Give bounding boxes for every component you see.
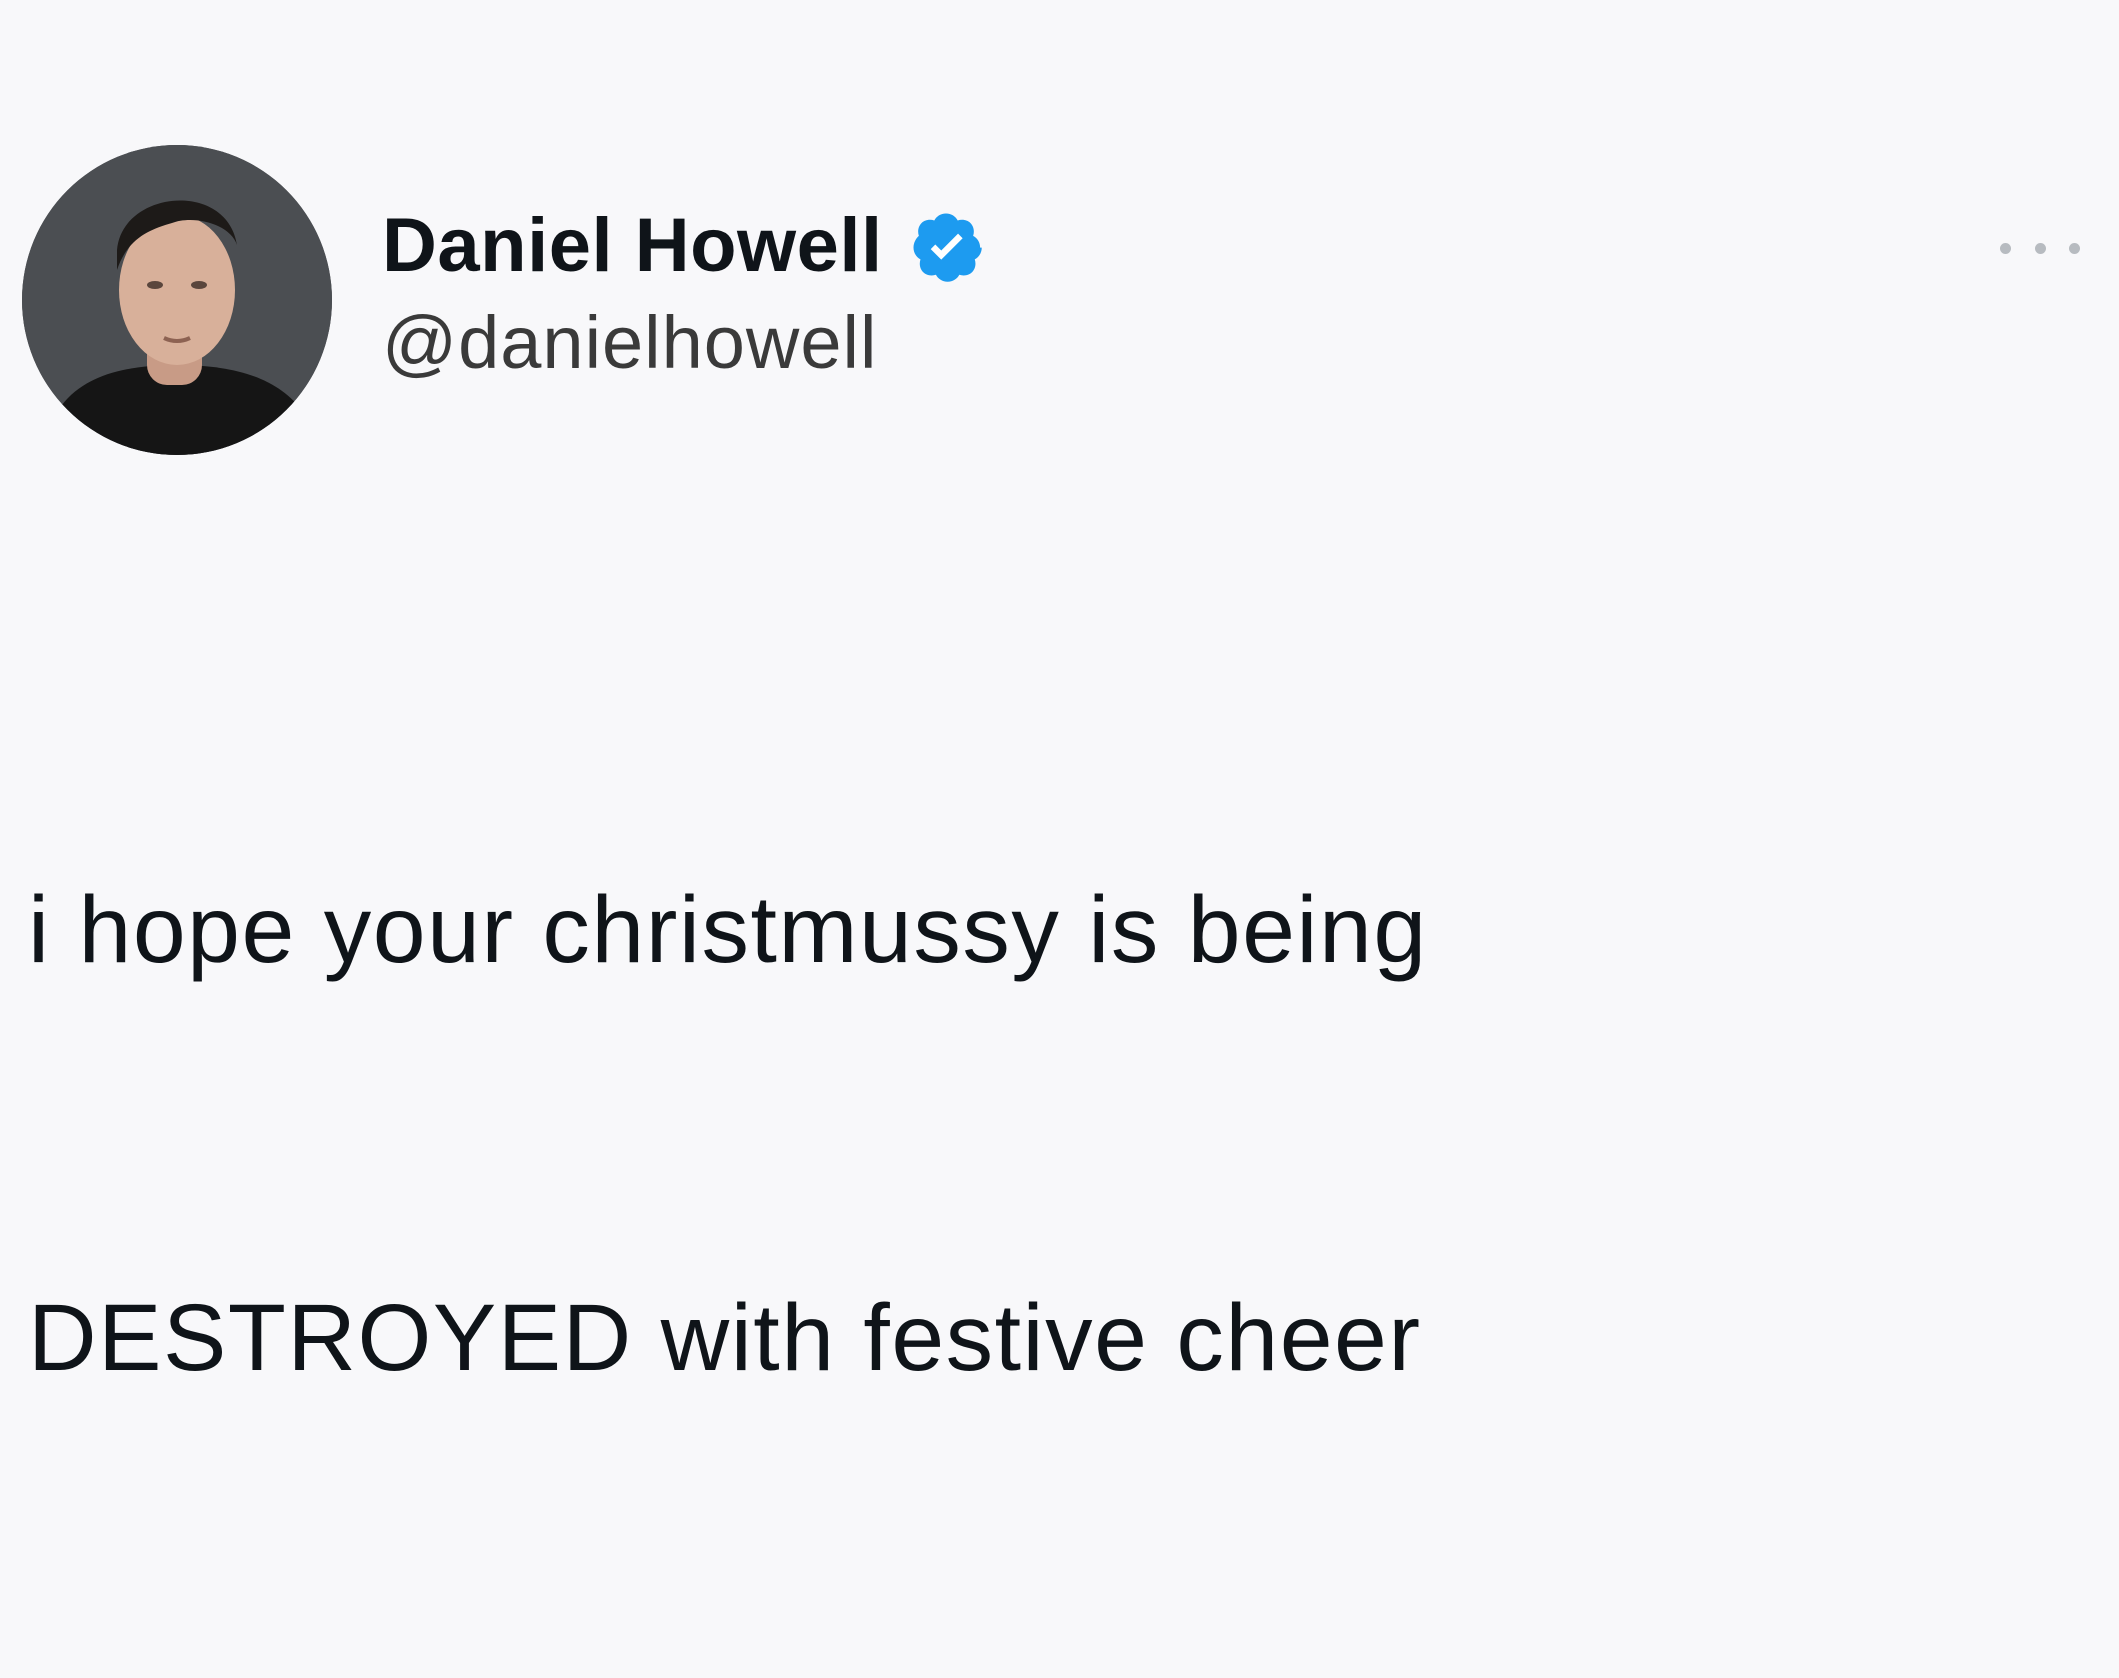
more-options-button[interactable]: [2000, 232, 2080, 264]
avatar-photo: [22, 145, 332, 455]
user-handle[interactable]: @danielhowell: [382, 306, 985, 380]
name-row: Daniel Howell: [382, 196, 985, 296]
more-horizontal-icon-dot: [2034, 242, 2046, 254]
avatar[interactable]: [22, 145, 332, 455]
display-name[interactable]: Daniel Howell: [382, 208, 883, 284]
tweet-text-line-2: DESTROYED with festive cheer: [28, 1285, 1422, 1391]
tweet-text-line-1: i hope your christmussy is being: [28, 877, 1428, 983]
tweet-card: Daniel Howell @danielhowell i hope your …: [0, 0, 2119, 1391]
more-horizontal-icon-dot: [2069, 242, 2080, 254]
author-block: Daniel Howell @danielhowell: [382, 196, 985, 380]
tweet-text: i hope your christmussy is being DESTROY…: [28, 590, 2068, 1678]
more-horizontal-icon: [2000, 242, 2011, 254]
verified-badge-icon: [907, 207, 985, 285]
